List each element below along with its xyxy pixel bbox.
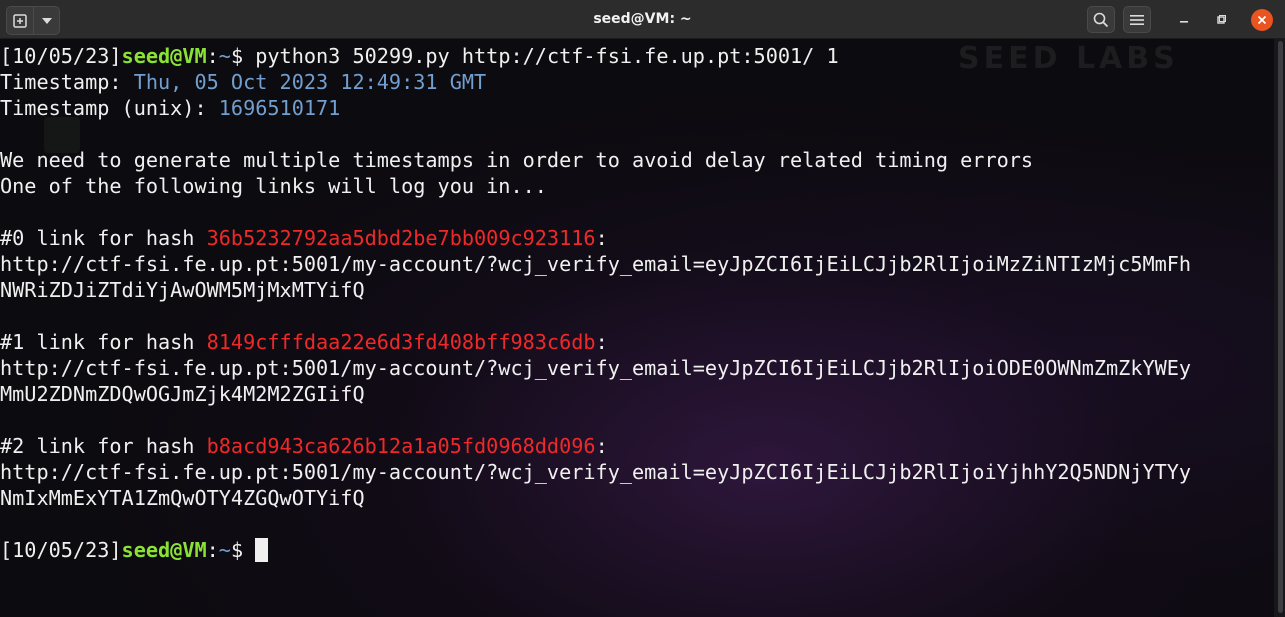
timestamp-value: Thu, 05 Oct 2023 12:49:31 GMT xyxy=(133,70,487,94)
title-bar: seed@VM: ~ xyxy=(0,0,1285,39)
terminal-lines: [10/05/23]seed@VM:~$ python3 50299.py ht… xyxy=(0,43,1191,563)
unix-value: 1696510171 xyxy=(218,96,341,120)
prompt-userhost: seed@VM xyxy=(121,538,207,562)
timestamp-label: Timestamp: xyxy=(0,70,134,94)
link-hash: 8149cfffdaa22e6d3fd408bff983c6db xyxy=(206,330,596,354)
link-url-line[interactable]: http://ctf-fsi.fe.up.pt:5001/my-account/… xyxy=(0,251,1191,277)
link-hash: b8acd943ca626b12a1a05fd0968dd096 xyxy=(206,434,596,458)
link-label: #2 link for hash xyxy=(0,434,207,458)
link-header-2: #2 link for hash b8acd943ca626b12a1a05fd… xyxy=(0,433,1191,459)
close-button[interactable] xyxy=(1251,9,1273,31)
maximize-button[interactable] xyxy=(1210,9,1232,31)
unix-timestamp-line: Timestamp (unix): 1696510171 xyxy=(0,95,1191,121)
text-cursor xyxy=(255,538,269,562)
hamburger-menu-icon xyxy=(1130,14,1144,25)
info-line-1: We need to generate multiple timestamps … xyxy=(0,148,1034,172)
link-url-line[interactable]: http://ctf-fsi.fe.up.pt:5001/my-account/… xyxy=(0,459,1191,485)
command-text: python3 50299.py http://ctf-fsi.fe.up.pt… xyxy=(243,44,839,68)
maximize-icon xyxy=(1217,15,1226,24)
search-icon xyxy=(1093,12,1109,27)
link-header-1: #1 link for hash 8149cfffdaa22e6d3fd408b… xyxy=(0,329,1191,355)
prompt-date: [10/05/23] xyxy=(0,538,122,562)
info-line-2: One of the following links will log you … xyxy=(0,174,547,198)
link-label: #0 link for hash xyxy=(0,226,207,250)
link-colon: : xyxy=(595,434,608,458)
link-label: #1 link for hash xyxy=(0,330,207,354)
minimize-icon xyxy=(1180,21,1188,23)
prompt-sep: : xyxy=(206,538,219,562)
timestamp-line: Timestamp: Thu, 05 Oct 2023 12:49:31 GMT xyxy=(0,69,1191,95)
prompt-dollar: $ xyxy=(230,538,244,562)
link-header-0: #0 link for hash 36b5232792aa5dbd2be7bb0… xyxy=(0,225,1191,251)
terminal-window: seed@VM: ~ SEED LABS [10/05/23]seed@VM:~… xyxy=(0,0,1285,617)
unix-label: Timestamp (unix): xyxy=(0,96,219,120)
prompt-path: ~ xyxy=(218,44,231,68)
search-button[interactable] xyxy=(1087,6,1115,33)
prompt-sep: : xyxy=(206,44,219,68)
command-line: [10/05/23]seed@VM:~$ python3 50299.py ht… xyxy=(0,43,1191,69)
prompt-userhost: seed@VM xyxy=(121,44,207,68)
link-url-line[interactable]: NmIxMmExYTA1ZmQwOTY4ZGQwOTYifQ xyxy=(0,485,1191,511)
terminal-output[interactable]: SEED LABS [10/05/23]seed@VM:~$ python3 5… xyxy=(0,39,1274,617)
menu-button[interactable] xyxy=(1123,6,1151,33)
minimize-button[interactable] xyxy=(1173,9,1195,31)
link-url-line[interactable]: NWRiZDJiZTdiYjAwOWM5MjMxMTYifQ xyxy=(0,277,1191,303)
link-url-line[interactable]: http://ctf-fsi.fe.up.pt:5001/my-account/… xyxy=(0,355,1191,381)
link-hash: 36b5232792aa5dbd2be7bb009c923116 xyxy=(206,226,596,250)
prompt-dollar: $ xyxy=(230,44,244,68)
link-colon: : xyxy=(595,330,608,354)
prompt-path: ~ xyxy=(218,538,231,562)
prompt-date: [10/05/23] xyxy=(0,44,122,68)
link-url-line[interactable]: MmU2ZDNmZDQwOGJmZjk4M2M2ZGIifQ xyxy=(0,381,1191,407)
link-colon: : xyxy=(595,226,608,250)
current-prompt-line[interactable]: [10/05/23]seed@VM:~$ xyxy=(0,537,1191,563)
close-icon xyxy=(1257,15,1267,25)
scrollbar-thumb[interactable] xyxy=(1278,41,1283,613)
